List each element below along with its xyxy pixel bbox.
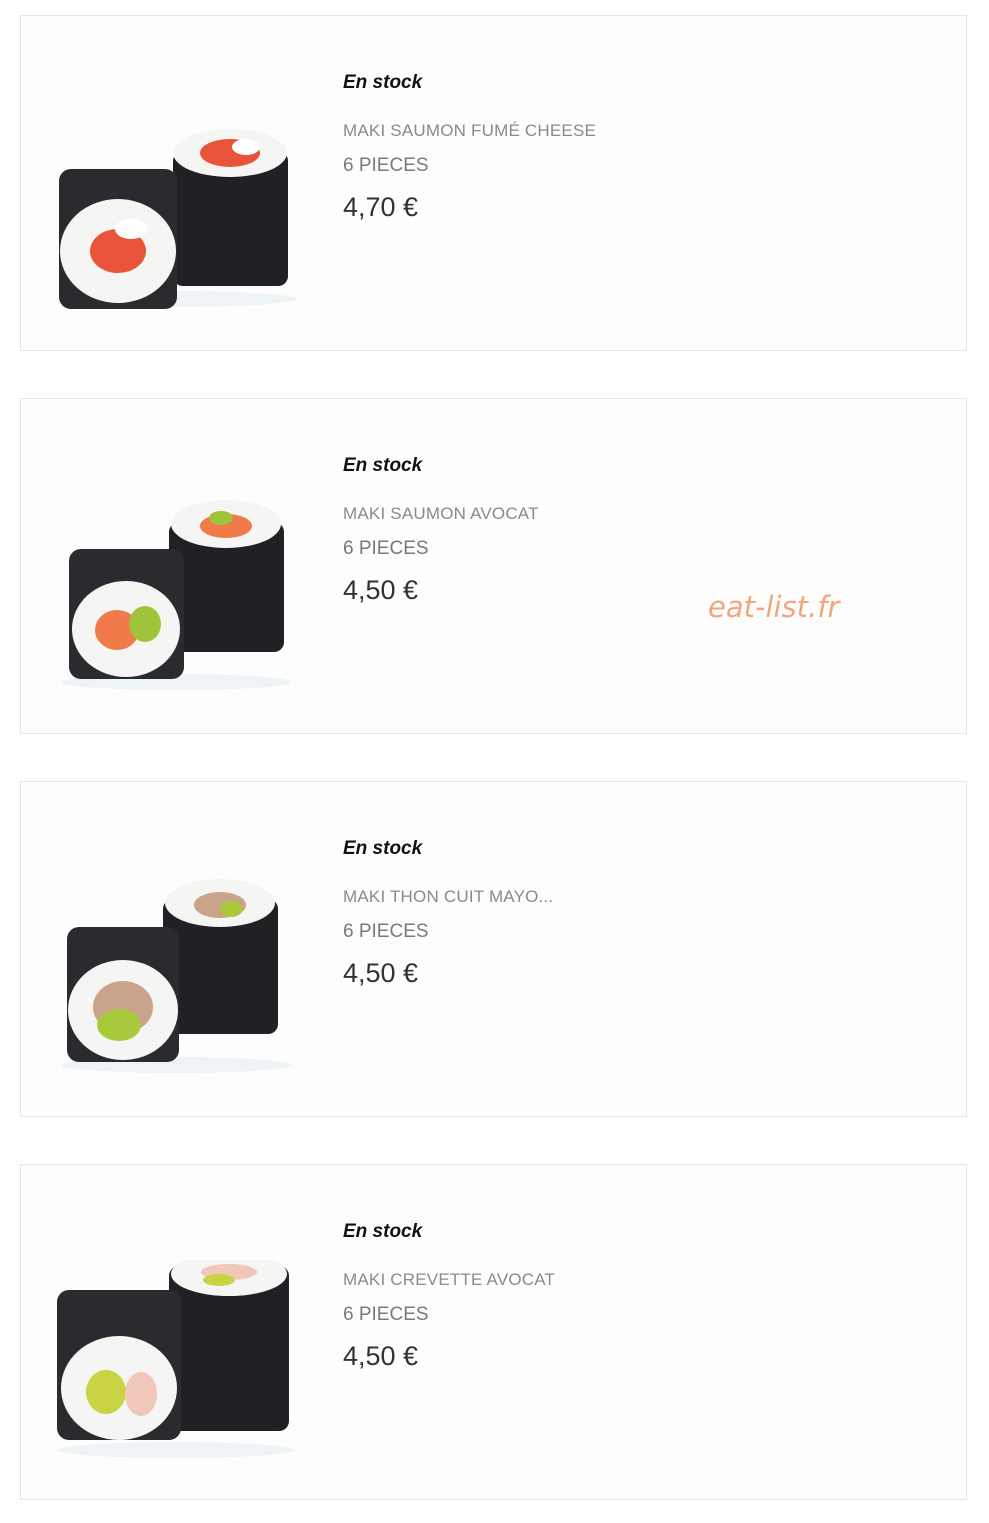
maki-product-image[interactable]: [51, 1260, 301, 1460]
product-card[interactable]: En stock MAKI THON CUIT MAYO... 6 PIECES…: [20, 781, 967, 1117]
product-price: 4,70 €: [343, 192, 419, 222]
stock-status: En stock: [343, 1221, 423, 1242]
product-pieces: 6 PIECES: [343, 921, 429, 942]
stock-status: En stock: [343, 838, 423, 859]
product-card[interactable]: En stock MAKI SAUMON FUMÉ CHEESE 6 PIECE…: [20, 15, 967, 351]
product-pieces: 6 PIECES: [343, 155, 429, 176]
product-pieces: 6 PIECES: [343, 1304, 429, 1325]
maki-product-image[interactable]: [51, 111, 301, 311]
product-card[interactable]: En stock MAKI SAUMON AVOCAT 6 PIECES 4,5…: [20, 398, 967, 734]
product-price: 4,50 €: [343, 958, 419, 988]
product-card[interactable]: En stock MAKI CREVETTE AVOCAT 6 PIECES 4…: [20, 1164, 967, 1500]
watermark-text: eat-list.fr: [708, 590, 840, 624]
product-name[interactable]: MAKI CREVETTE AVOCAT: [343, 1270, 555, 1290]
product-name[interactable]: MAKI SAUMON AVOCAT: [343, 504, 539, 524]
product-name[interactable]: MAKI THON CUIT MAYO...: [343, 887, 553, 907]
product-price: 4,50 €: [343, 1341, 419, 1371]
product-price: 4,50 €: [343, 575, 419, 605]
maki-product-image[interactable]: [51, 877, 301, 1077]
product-name[interactable]: MAKI SAUMON FUMÉ CHEESE: [343, 121, 596, 141]
stock-status: En stock: [343, 455, 423, 476]
stock-status: En stock: [343, 72, 423, 93]
product-pieces: 6 PIECES: [343, 538, 429, 559]
maki-product-image[interactable]: [51, 494, 301, 694]
